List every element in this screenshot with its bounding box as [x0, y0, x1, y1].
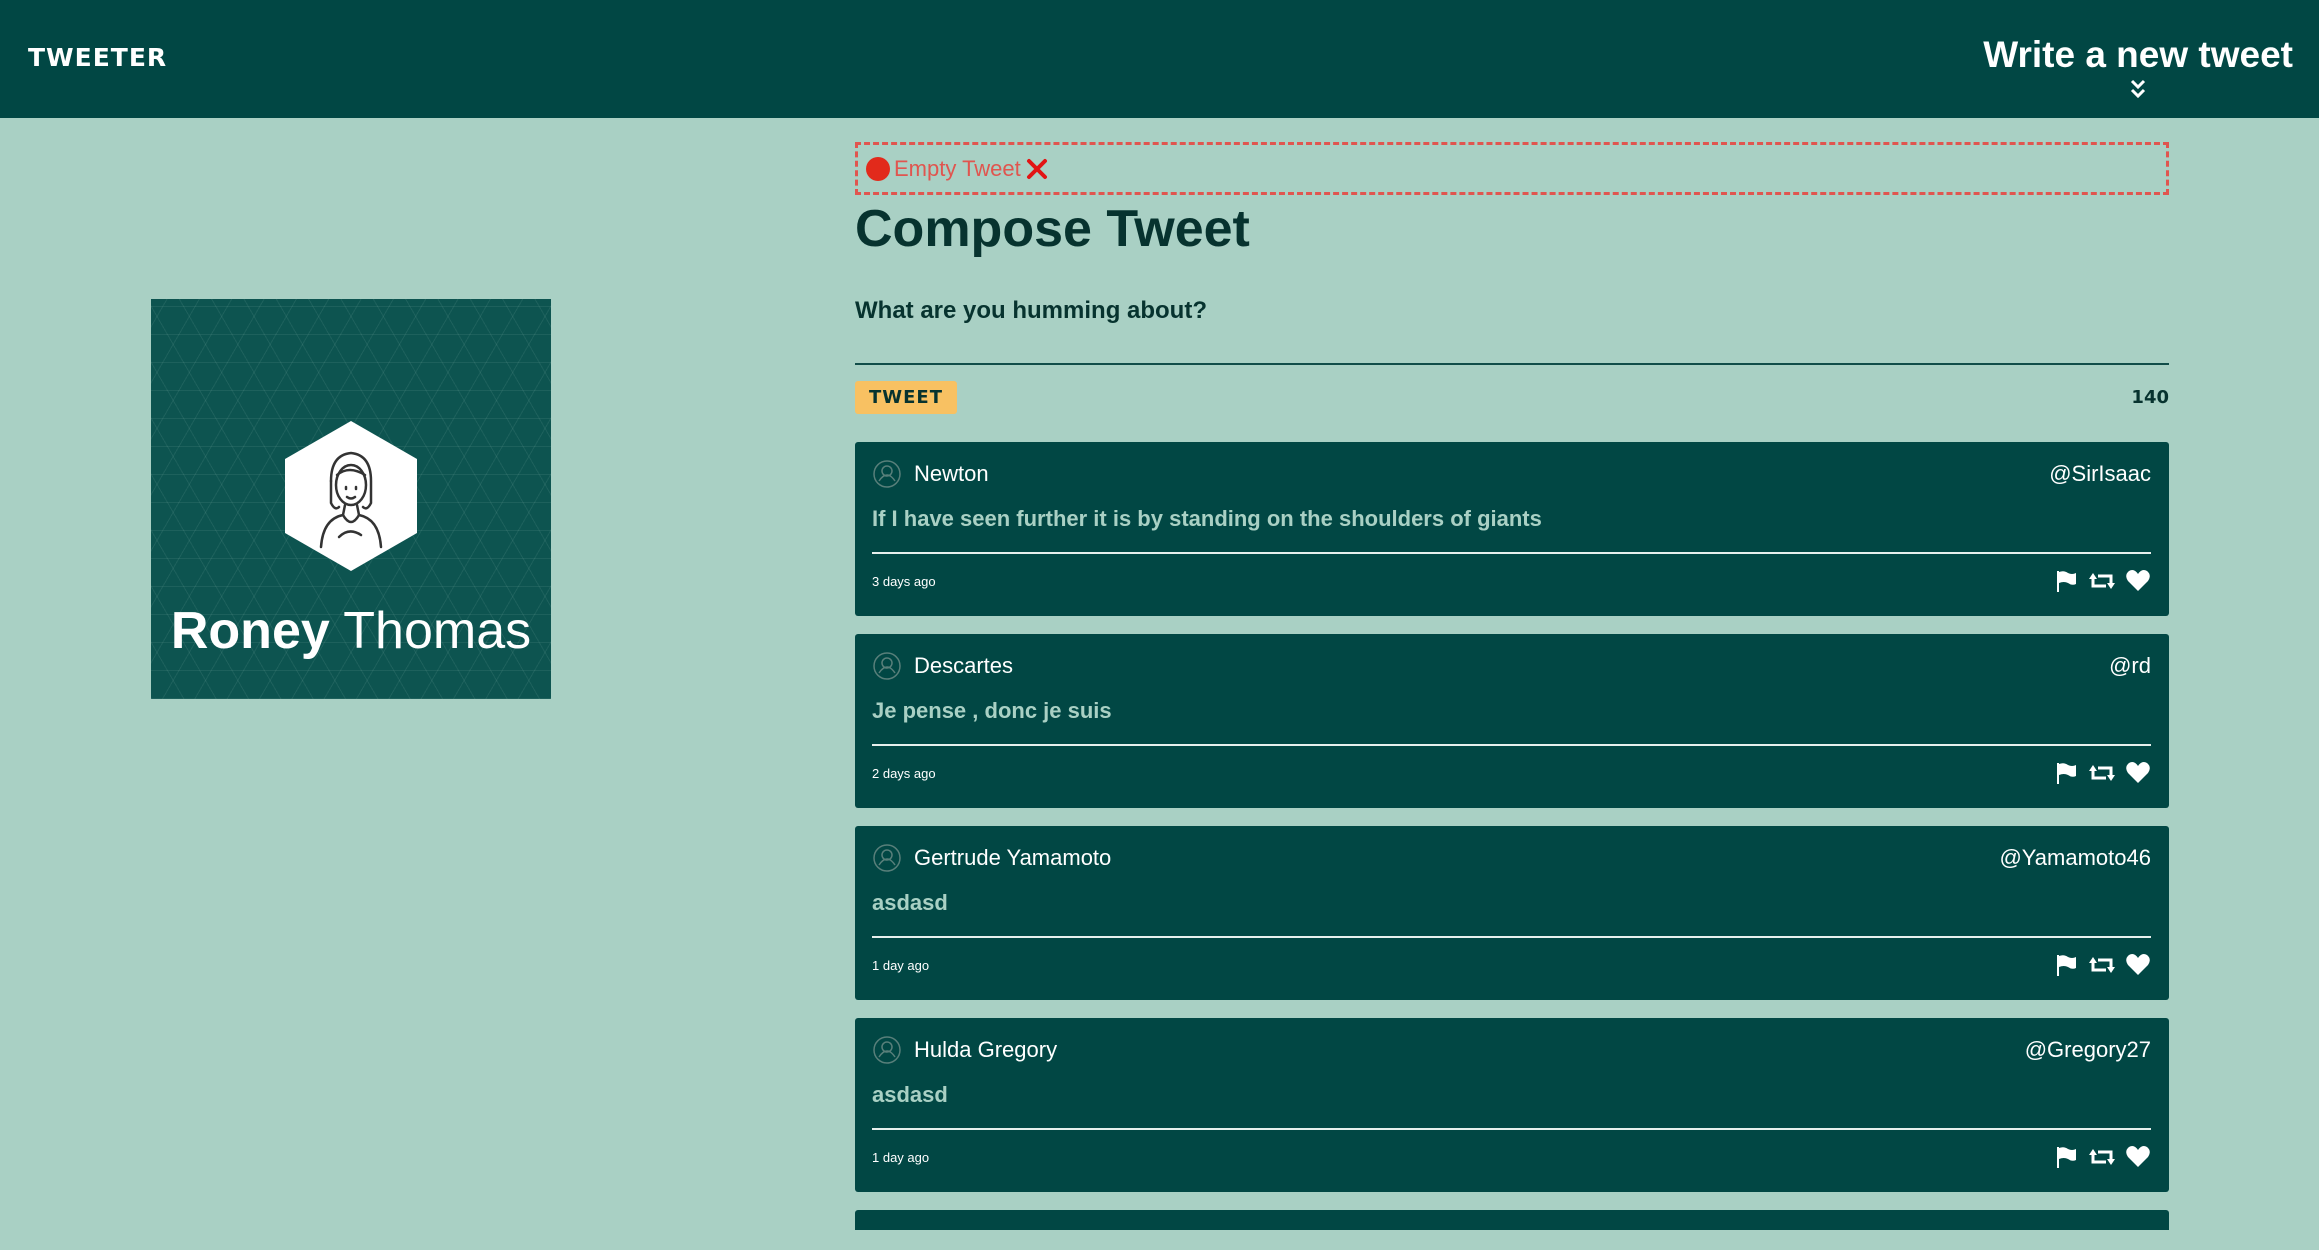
tweet-timestamp: 1 day ago — [872, 958, 930, 973]
profile-card: Roney Thomas — [151, 299, 551, 699]
retweet-icon[interactable] — [2089, 761, 2115, 785]
tweet-card-partial — [855, 1210, 2169, 1230]
tweet-text: If I have seen further it is by standing… — [872, 506, 1542, 531]
tweet-text-input[interactable] — [855, 293, 2169, 365]
write-new-tweet-label: Write a new tweet — [1983, 34, 2293, 75]
tweet-header: Newton @SirIsaac — [872, 459, 2151, 489]
tweet-actions — [2053, 1145, 2151, 1169]
flag-icon[interactable] — [2053, 569, 2079, 593]
error-dot-icon — [866, 156, 890, 181]
tweet-header: Descartes @rd — [872, 651, 2151, 681]
tweet-text: Je pense , donc je suis — [872, 698, 1112, 723]
user-avatar-icon — [285, 421, 417, 571]
tweet-author-name: Descartes — [914, 653, 1014, 678]
write-new-tweet-button[interactable]: Write a new tweet — [1983, 34, 2293, 100]
compose-title: Compose Tweet — [855, 200, 1250, 258]
retweet-icon[interactable] — [2089, 1145, 2115, 1169]
tweet-author-handle: @rd — [2109, 653, 2151, 678]
user-avatar-icon — [873, 1036, 901, 1064]
tweet-divider — [872, 936, 2151, 938]
tweet-author-handle: @Yamamoto46 — [1999, 845, 2151, 870]
tweet-timestamp: 2 days ago — [872, 766, 936, 781]
tweet-card: Newton @SirIsaac If I have seen further … — [855, 442, 2169, 616]
top-nav: TWEETER Write a new tweet — [0, 0, 2319, 118]
heart-icon[interactable] — [2125, 953, 2151, 977]
profile-name: Roney Thomas — [151, 601, 551, 661]
heart-icon[interactable] — [2125, 761, 2151, 785]
tweet-divider — [872, 744, 2151, 746]
tweet-timestamp: 3 days ago — [872, 574, 936, 589]
tweet-actions — [2053, 569, 2151, 593]
tweet-author-handle: @SirIsaac — [2049, 461, 2151, 486]
tweet-actions — [2053, 953, 2151, 977]
profile-last-name: Thomas — [343, 602, 532, 660]
retweet-icon[interactable] — [2089, 953, 2115, 977]
close-icon[interactable] — [1025, 157, 1049, 181]
tweet-card: Hulda Gregory @Gregory27 asdasd 1 day ag… — [855, 1018, 2169, 1192]
tweet-author-name: Hulda Gregory — [914, 1037, 1058, 1062]
character-counter: 140 — [2131, 387, 2169, 408]
heart-icon[interactable] — [2125, 1145, 2151, 1169]
user-avatar-icon — [873, 652, 901, 680]
tweet-list: Newton @SirIsaac If I have seen further … — [855, 442, 2169, 1230]
flag-icon[interactable] — [2053, 953, 2079, 977]
double-chevron-down-icon — [2131, 79, 2146, 99]
compose-form: TWEET 140 — [855, 293, 2169, 414]
flag-icon[interactable] — [2053, 1145, 2079, 1169]
profile-first-name: Roney — [170, 602, 330, 660]
error-text: Empty Tweet — [894, 155, 1021, 181]
tweet-card: Gertrude Yamamoto @Yamamoto46 asdasd 1 d… — [855, 826, 2169, 1000]
error-message: Empty Tweet — [855, 142, 2169, 195]
tweet-author-name: Newton — [914, 461, 989, 486]
compose-actions: TWEET 140 — [855, 381, 2169, 414]
tweet-text: asdasd — [872, 1082, 948, 1107]
retweet-icon[interactable] — [2089, 569, 2115, 593]
brand-logo[interactable]: TWEETER — [28, 43, 167, 72]
tweet-divider — [872, 1128, 2151, 1130]
heart-icon[interactable] — [2125, 569, 2151, 593]
user-avatar-icon — [873, 460, 901, 488]
tweet-author-handle: @Gregory27 — [2024, 1037, 2151, 1062]
main-column: Empty Tweet Compose Tweet TWEET 140 Newt… — [855, 142, 2169, 1230]
tweet-actions — [2053, 761, 2151, 785]
tweet-card: Descartes @rd Je pense , donc je suis 2 … — [855, 634, 2169, 808]
tweet-divider — [872, 552, 2151, 554]
tweet-header: Hulda Gregory @Gregory27 — [872, 1035, 2151, 1065]
tweet-text: asdasd — [872, 890, 948, 915]
tweet-header: Gertrude Yamamoto @Yamamoto46 — [872, 843, 2151, 873]
tweet-author-name: Gertrude Yamamoto — [914, 845, 1112, 870]
flag-icon[interactable] — [2053, 761, 2079, 785]
tweet-timestamp: 1 day ago — [872, 1150, 930, 1165]
tweet-submit-button[interactable]: TWEET — [855, 381, 958, 414]
user-avatar-icon — [873, 844, 901, 872]
